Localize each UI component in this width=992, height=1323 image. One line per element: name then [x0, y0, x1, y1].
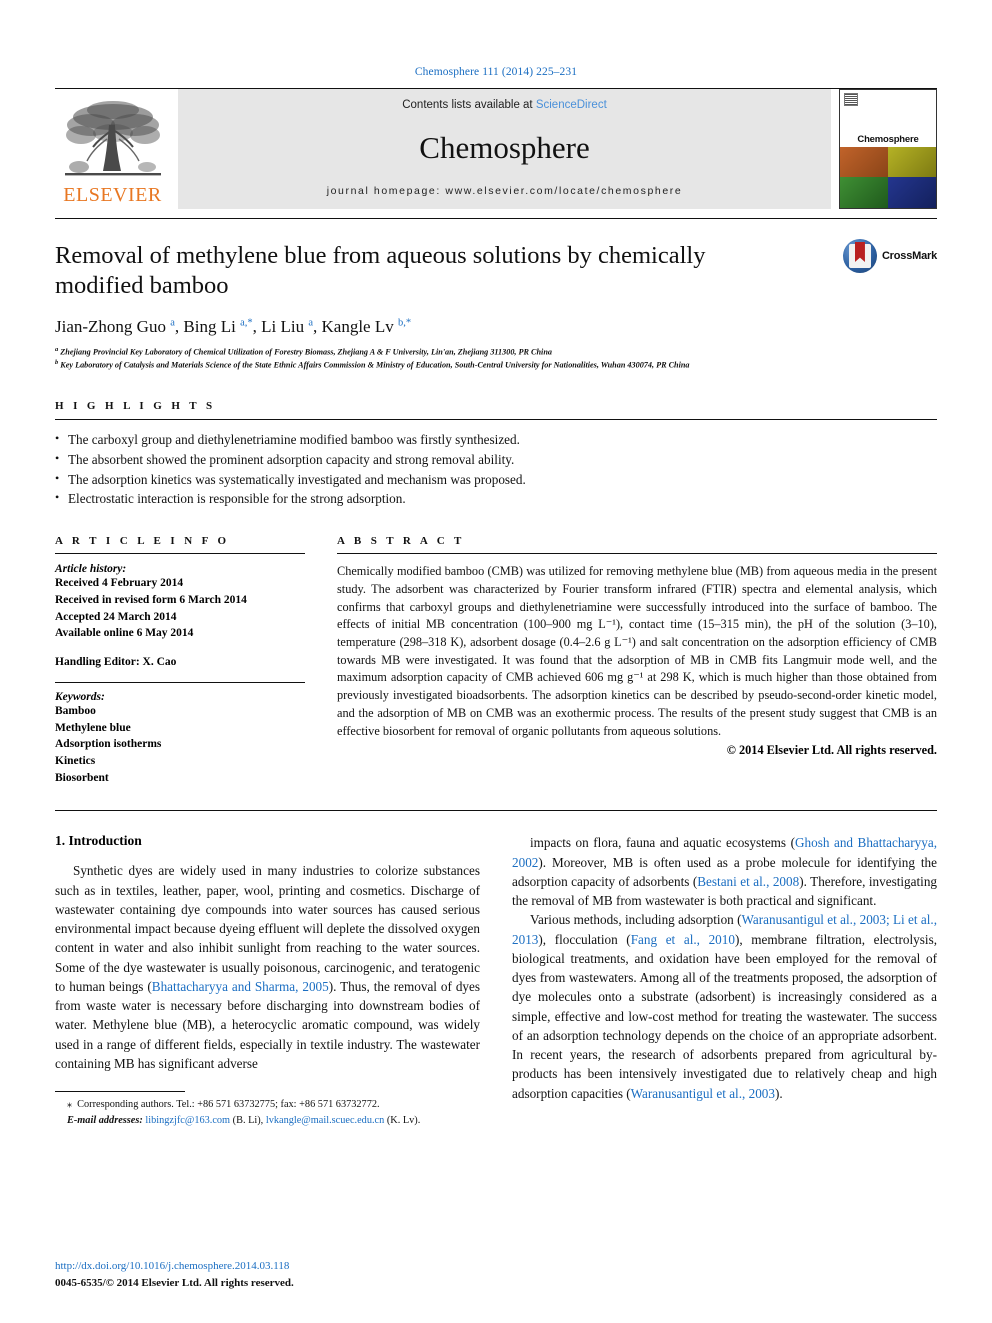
- article-info-heading: A R T I C L E I N F O: [55, 535, 230, 548]
- keywords-rule: [55, 681, 305, 683]
- highlights-heading: H I G H L I G H T S: [55, 400, 216, 412]
- list-item: The adsorption kinetics was systematical…: [55, 469, 937, 490]
- page-title: Removal of methylene blue from aqueous s…: [55, 242, 706, 299]
- cover-journal-name: Chemosphere: [857, 133, 919, 145]
- keywords-label: Keywords:: [55, 690, 105, 703]
- article-info-column: A R T I C L E I N F O Article history: R…: [55, 535, 305, 786]
- info-abstract-section: A R T I C L E I N F O Article history: R…: [55, 535, 937, 786]
- email-label: E-mail addresses:: [67, 1114, 143, 1126]
- history-online: Available online 6 May 2014: [55, 627, 194, 640]
- citation-link[interactable]: Bestani et al., 2008: [697, 874, 799, 889]
- author-list: Jian-Zhong Guo a, Bing Li a,*, Li Liu a,…: [55, 316, 412, 336]
- intro-paragraph-3: Various methods, including adsorption (W…: [512, 912, 937, 1101]
- cover-tile-2: [888, 146, 936, 178]
- highlights-list: The carboxyl group and diethylenetriamin…: [55, 429, 937, 509]
- cover-top: Chemosphere: [840, 90, 936, 147]
- body-columns: 1. Introduction Synthetic dyes are widel…: [55, 833, 937, 1128]
- keyword-item: Kinetics: [55, 754, 96, 767]
- title-block: CrossMark Removal of methylene blue from…: [55, 219, 937, 372]
- paper-page: Chemosphere 111 (2014) 225–231 ELSEVIER …: [0, 0, 992, 1323]
- elsevier-wordmark: ELSEVIER: [63, 184, 162, 206]
- email-link-1[interactable]: libingzjfc@163.com: [145, 1115, 230, 1126]
- crossmark-icon: [842, 239, 877, 273]
- affiliation-a-text: Zhejiang Provincial Key Laboratory of Ch…: [60, 347, 552, 357]
- article-history-label: Article history:: [55, 563, 127, 576]
- footnote-rule: [55, 1091, 185, 1093]
- body-top-rule: [55, 810, 937, 812]
- affiliation-a: a Zhejiang Provincial Key Laboratory of …: [55, 345, 937, 359]
- citation-link[interactable]: Fang et al., 2010: [631, 932, 735, 947]
- body-column-right: impacts on flora, fauna and aquatic ecos…: [512, 833, 937, 1128]
- cover-tile-4: [888, 177, 936, 208]
- intro-paragraph-1: Synthetic dyes are widely used in many i…: [55, 863, 480, 1071]
- elsevier-tree-icon: [64, 101, 161, 176]
- affiliation-mark-b: b: [55, 359, 59, 367]
- abstract-rule: [337, 553, 937, 555]
- footer-doi-block: http://dx.doi.org/10.1016/j.chemosphere.…: [55, 1258, 294, 1291]
- cover-tile-1: [840, 146, 888, 178]
- keyword-item: Adsorption isotherms: [55, 738, 162, 751]
- affiliation-b: b Key Laboratory of Catalysis and Materi…: [55, 358, 937, 372]
- crossmark-label: CrossMark: [881, 250, 937, 262]
- intro-paragraph-2: impacts on flora, fauna and aquatic ecos…: [512, 835, 938, 909]
- corresponding-author-note: ⁎ Corresponding authors. Tel.: +86 571 6…: [67, 1099, 380, 1111]
- abstract-body: Chemically modified bamboo (CMB) was uti…: [337, 564, 937, 738]
- masthead-center: Contents lists available at ScienceDirec…: [178, 89, 831, 209]
- history-accepted: Accepted 24 March 2014: [55, 610, 177, 623]
- affiliation-mark-a: a: [55, 345, 59, 353]
- citation-link[interactable]: Bhattacharyya and Sharma, 2005: [152, 979, 329, 994]
- abstract-copyright: © 2014 Elsevier Ltd. All rights reserved…: [726, 743, 937, 758]
- highlights-rule: [55, 419, 937, 420]
- issn-copyright: 0045-6535/© 2014 Elsevier Ltd. All right…: [55, 1276, 294, 1289]
- abstract-heading: A B S T R A C T: [337, 535, 465, 548]
- footnote-block: ⁎ Corresponding authors. Tel.: +86 571 6…: [55, 1091, 480, 1128]
- history-revised: Received in revised form 6 March 2014: [55, 593, 247, 606]
- sciencedirect-link[interactable]: ScienceDirect: [536, 99, 607, 111]
- journal-homepage[interactable]: journal homepage: www.elsevier.com/locat…: [327, 185, 683, 197]
- section-heading-introduction: 1. Introduction: [55, 833, 142, 849]
- journal-cover-thumbnail: Chemosphere: [839, 89, 937, 209]
- elsevier-logo: ELSEVIER: [55, 89, 170, 209]
- doi-link[interactable]: http://dx.doi.org/10.1016/j.chemosphere.…: [55, 1258, 294, 1275]
- journal-reference: Chemosphere 111 (2014) 225–231: [414, 66, 578, 78]
- history-received: Received 4 February 2014: [55, 577, 184, 590]
- contents-prefix: Contents lists available at: [402, 99, 536, 111]
- contents-available-line: Contents lists available at ScienceDirec…: [402, 99, 607, 111]
- citation-link[interactable]: Ghosh and Bhattacharyya, 2002: [512, 835, 937, 869]
- crossmark-badge-group[interactable]: CrossMark: [842, 239, 937, 273]
- cover-barcode-icon: [844, 93, 858, 106]
- keyword-item: Bamboo: [55, 704, 96, 717]
- keyword-item: Biosorbent: [55, 771, 109, 784]
- email-link-2[interactable]: lvkangle@mail.scuec.edu.cn: [266, 1115, 384, 1126]
- highlights-section: H I G H L I G H T S The carboxyl group a…: [55, 400, 937, 509]
- cover-tile-3: [840, 177, 888, 208]
- list-item: The carboxyl group and diethylenetriamin…: [55, 429, 937, 450]
- list-item: The absorbent showed the prominent adsor…: [55, 449, 937, 470]
- affiliations: a Zhejiang Provincial Key Laboratory of …: [55, 345, 937, 372]
- article-info-rule: [55, 553, 305, 555]
- journal-title: Chemosphere: [419, 129, 590, 165]
- journal-masthead: ELSEVIER Contents lists available at Sci…: [55, 88, 937, 209]
- body-column-left: 1. Introduction Synthetic dyes are widel…: [55, 833, 480, 1128]
- keyword-item: Methylene blue: [55, 721, 131, 734]
- affiliation-b-text: Key Laboratory of Catalysis and Material…: [60, 361, 690, 371]
- email-owner-1: (B. Li),: [232, 1114, 264, 1126]
- email-addresses-note: E-mail addresses: libingzjfc@163.com (B.…: [55, 1113, 480, 1128]
- citation-link[interactable]: Waranusantigul et al., 2003: [631, 1086, 775, 1101]
- handling-editor: Handling Editor: X. Cao: [55, 655, 177, 668]
- list-item: Electrostatic interaction is responsible…: [55, 488, 937, 509]
- cover-photo-grid: [840, 146, 936, 208]
- abstract-column: A B S T R A C T Chemically modified bamb…: [337, 535, 937, 786]
- email-owner-2: (K. Lv).: [386, 1114, 421, 1126]
